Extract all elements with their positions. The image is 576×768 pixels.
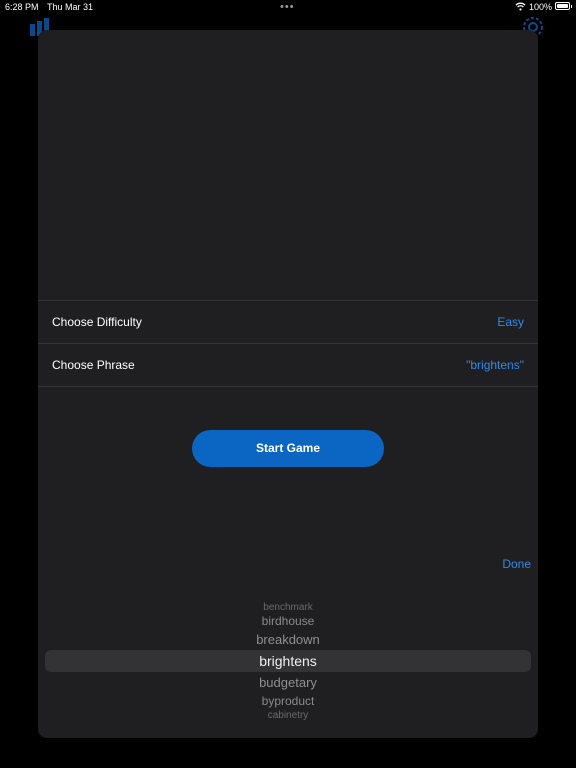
wifi-icon: [515, 2, 526, 11]
difficulty-value[interactable]: Easy: [497, 315, 524, 329]
settings-sheet: Choose Difficulty Easy Choose Phrase "br…: [38, 30, 538, 738]
picker-item[interactable]: cabinetry: [38, 710, 538, 721]
difficulty-row[interactable]: Choose Difficulty Easy: [38, 300, 538, 343]
phrase-row[interactable]: Choose Phrase "brightens": [38, 343, 538, 387]
picker-item[interactable]: byproduct: [38, 694, 538, 708]
done-button[interactable]: Done: [502, 557, 531, 571]
status-time: 6:28 PM: [5, 2, 39, 12]
status-date: Thu Mar 31: [47, 2, 94, 12]
battery-tip: [571, 5, 572, 8]
picker-item[interactable]: benchmark: [38, 602, 538, 613]
picker-item[interactable]: budgetary: [38, 675, 538, 690]
picker-item[interactable]: breakdown: [38, 632, 538, 647]
difficulty-label: Choose Difficulty: [52, 315, 142, 329]
battery-percent: 100%: [529, 2, 553, 12]
status-bar: 6:28 PM Thu Mar 31 ••• 100%: [0, 0, 576, 14]
battery-icon: [555, 2, 570, 10]
picker-item-selected[interactable]: brightens: [38, 653, 538, 669]
start-game-button[interactable]: Start Game: [192, 430, 384, 467]
phrase-label: Choose Phrase: [52, 358, 135, 372]
multitasking-dots-icon[interactable]: •••: [280, 1, 295, 13]
phrase-value[interactable]: "brightens": [466, 358, 524, 372]
picker-item[interactable]: birdhouse: [38, 614, 538, 628]
